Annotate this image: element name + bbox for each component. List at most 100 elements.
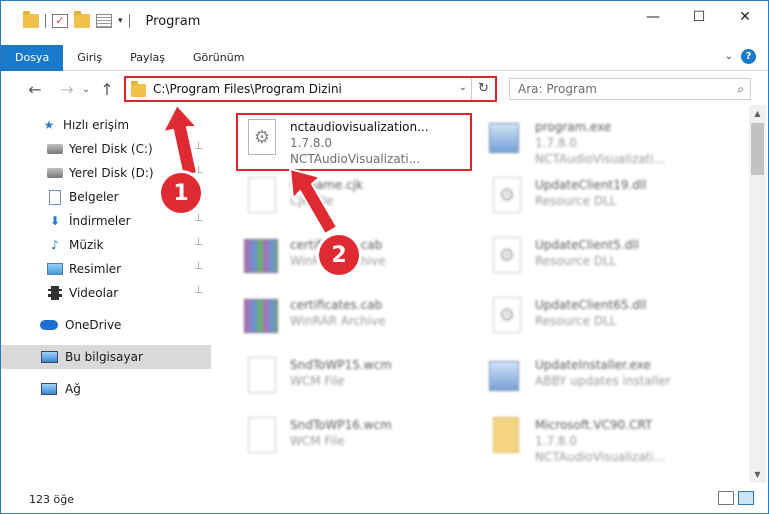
tiles-view-icon[interactable] [738,491,754,505]
toolbar-divider [128,14,130,28]
sidebar-item-local-disk-c[interactable]: Yerel Disk (C:) ⊥ [1,137,211,161]
close-button[interactable]: ✕ [722,1,768,33]
file-type: CJK File [290,194,334,208]
scroll-down-icon[interactable]: ▼ [749,466,766,483]
music-icon: ♪ [51,238,59,252]
tab-dosya[interactable]: Dosya [1,44,64,71]
up-button[interactable]: ↑ [95,80,119,99]
file-name: Microsoft.VC90.CRT [535,418,653,432]
explorer-window: ✓ ▾ Program — ☐ ✕ Dosya Giriş Paylaş Gör… [0,0,769,514]
new-folder-icon[interactable] [74,11,90,28]
quick-access-toolbar: ✓ ▾ Program [1,1,200,41]
toolbar-divider [45,14,46,28]
expand-ribbon-icon[interactable]: ⌄ [725,51,733,62]
customize-view-icon[interactable] [96,14,112,28]
step-1-badge: 1 [161,173,201,213]
file-tile-sndtowp16[interactable]: SndToWP16.wcm WCM File [236,411,476,469]
sidebar-item-onedrive[interactable]: OneDrive [1,313,211,337]
sidebar-item-label: OneDrive [65,318,122,332]
help-icon[interactable]: ? [741,49,756,64]
file-type: WinRAR Archive [290,314,386,328]
tab-paylas[interactable]: Paylaş [116,45,179,71]
dll-icon: ⚙ [489,237,525,277]
refresh-button[interactable]: ↻ [471,78,495,100]
file-name: SndToWP15.wcm [290,358,392,372]
sidebar-item-label: Müzik [69,238,104,252]
details-view-icon[interactable] [718,491,734,505]
pin-icon[interactable]: ⊥ [194,237,203,248]
sidebar-item-label: Bu bilgisayar [65,350,143,364]
search-input[interactable]: Ara: Program [518,82,597,96]
address-path[interactable]: C:\Program Files\Program Dizini [153,82,342,96]
file-name: UpdateClient5.dll [535,238,639,252]
file-tile-filename-cjk[interactable]: filename.cjk CJK File [236,171,476,229]
rar-icon [244,297,280,337]
file-highlight-box [236,113,472,171]
sidebar-item-label: Ağ [65,382,81,396]
sidebar-item-music[interactable]: ♪ Müzik ⊥ [1,233,211,257]
sidebar-item-videos[interactable]: Videolar ⊥ [1,281,211,305]
minimize-button[interactable]: — [630,1,676,33]
sidebar-item-this-pc[interactable]: Bu bilgisayar [1,345,211,369]
sidebar-item-label: Yerel Disk (D:) [69,166,154,180]
file-type: Resource DLL [535,314,617,328]
file-name: certificates.cab [290,298,383,312]
sidebar-item-quick-access[interactable]: ★ Hızlı erişim [1,113,211,137]
scroll-thumb[interactable] [751,123,764,175]
sidebar-item-label: Videolar [69,286,119,300]
file-tile-updateclient65[interactable]: ⚙ UpdateClient65.dll Resource DLL [481,291,721,349]
quick-access-dropdown-icon[interactable]: ▾ [118,16,123,26]
file-tile-certificates-cab-2[interactable]: certificates.cab WinRAR Archive [236,291,476,349]
this-pc-icon [39,350,59,364]
pin-icon[interactable]: ⊥ [194,213,203,224]
drive-icon [47,166,63,180]
navigation-pane: ★ Hızlı erişim Yerel Disk (C:) ⊥ Yerel D… [1,113,213,483]
pin-icon[interactable]: ⊥ [194,165,203,176]
file-icon [244,417,280,457]
pin-icon[interactable]: ⊥ [194,285,203,296]
scroll-up-icon[interactable]: ▲ [749,105,766,122]
address-dropdown-icon[interactable]: ⌄ [459,82,467,93]
network-icon [39,382,59,396]
ribbon-tabs: Dosya Giriş Paylaş Görünüm ⌄ ? [1,44,768,71]
view-switcher [718,491,754,505]
recent-locations-button[interactable]: ⌄ [79,84,93,95]
back-button[interactable]: ← [23,80,47,99]
window-title: Program [145,13,201,29]
vertical-scrollbar[interactable]: ▲ ▼ [749,105,766,483]
pin-icon[interactable]: ⊥ [194,261,203,272]
tab-gorunum[interactable]: Görünüm [179,45,258,71]
sidebar-item-label: Yerel Disk (C:) [69,142,153,156]
step-2-badge: 2 [319,235,359,275]
pin-icon[interactable]: ⊥ [194,141,203,152]
properties-check-icon[interactable]: ✓ [52,14,68,28]
exe-icon [489,119,525,159]
file-tile-microsoft-vc90-crt[interactable]: Microsoft.VC90.CRT 1.7.8.0 NCTAudioVisua… [481,411,721,469]
ribbon-right-controls: ⌄ ? [725,49,756,64]
file-tile-updateclient5[interactable]: ⚙ UpdateClient5.dll Resource DLL [481,231,721,289]
exe-icon [489,357,525,397]
status-bar: 123 öğe [1,485,768,513]
file-tile-program-exe[interactable]: program.exe 1.7.8.0 NCTAudioVisualizati.… [481,113,721,171]
file-type: WCM File [290,434,345,448]
sidebar-item-label: İndirmeler [69,214,131,228]
file-tile-updateclient19[interactable]: ⚙ UpdateClient19.dll Resource DLL [481,171,721,229]
sidebar-item-label: Hızlı erişim [63,118,130,132]
navigation-bar: ← → ⌄ ↑ C:\Program Files\Program Dizini … [1,75,768,103]
maximize-button[interactable]: ☐ [676,1,722,33]
file-name: filename.cjk [290,178,364,192]
search-box[interactable]: Ara: Program ⌕ [509,78,751,100]
sidebar-item-pictures[interactable]: Resimler ⊥ [1,257,211,281]
sidebar-item-network[interactable]: Ağ [1,377,211,401]
sidebar-item-label: Resimler [69,262,122,276]
address-bar[interactable]: C:\Program Files\Program Dizini ⌄ ↻ [124,76,497,102]
file-type: Resource DLL [535,254,617,268]
file-tile-sndtowp15[interactable]: SndToWP15.wcm WCM File [236,351,476,409]
rar-icon [244,237,280,277]
file-tile-updateinstaller[interactable]: UpdateInstaller.exe ABBY updates install… [481,351,721,409]
forward-button[interactable]: → [55,80,79,99]
tab-giris[interactable]: Giriş [63,45,116,71]
file-name: SndToWP16.wcm [290,418,392,432]
downloads-icon: ⬇ [49,214,61,228]
videos-icon [47,286,63,300]
